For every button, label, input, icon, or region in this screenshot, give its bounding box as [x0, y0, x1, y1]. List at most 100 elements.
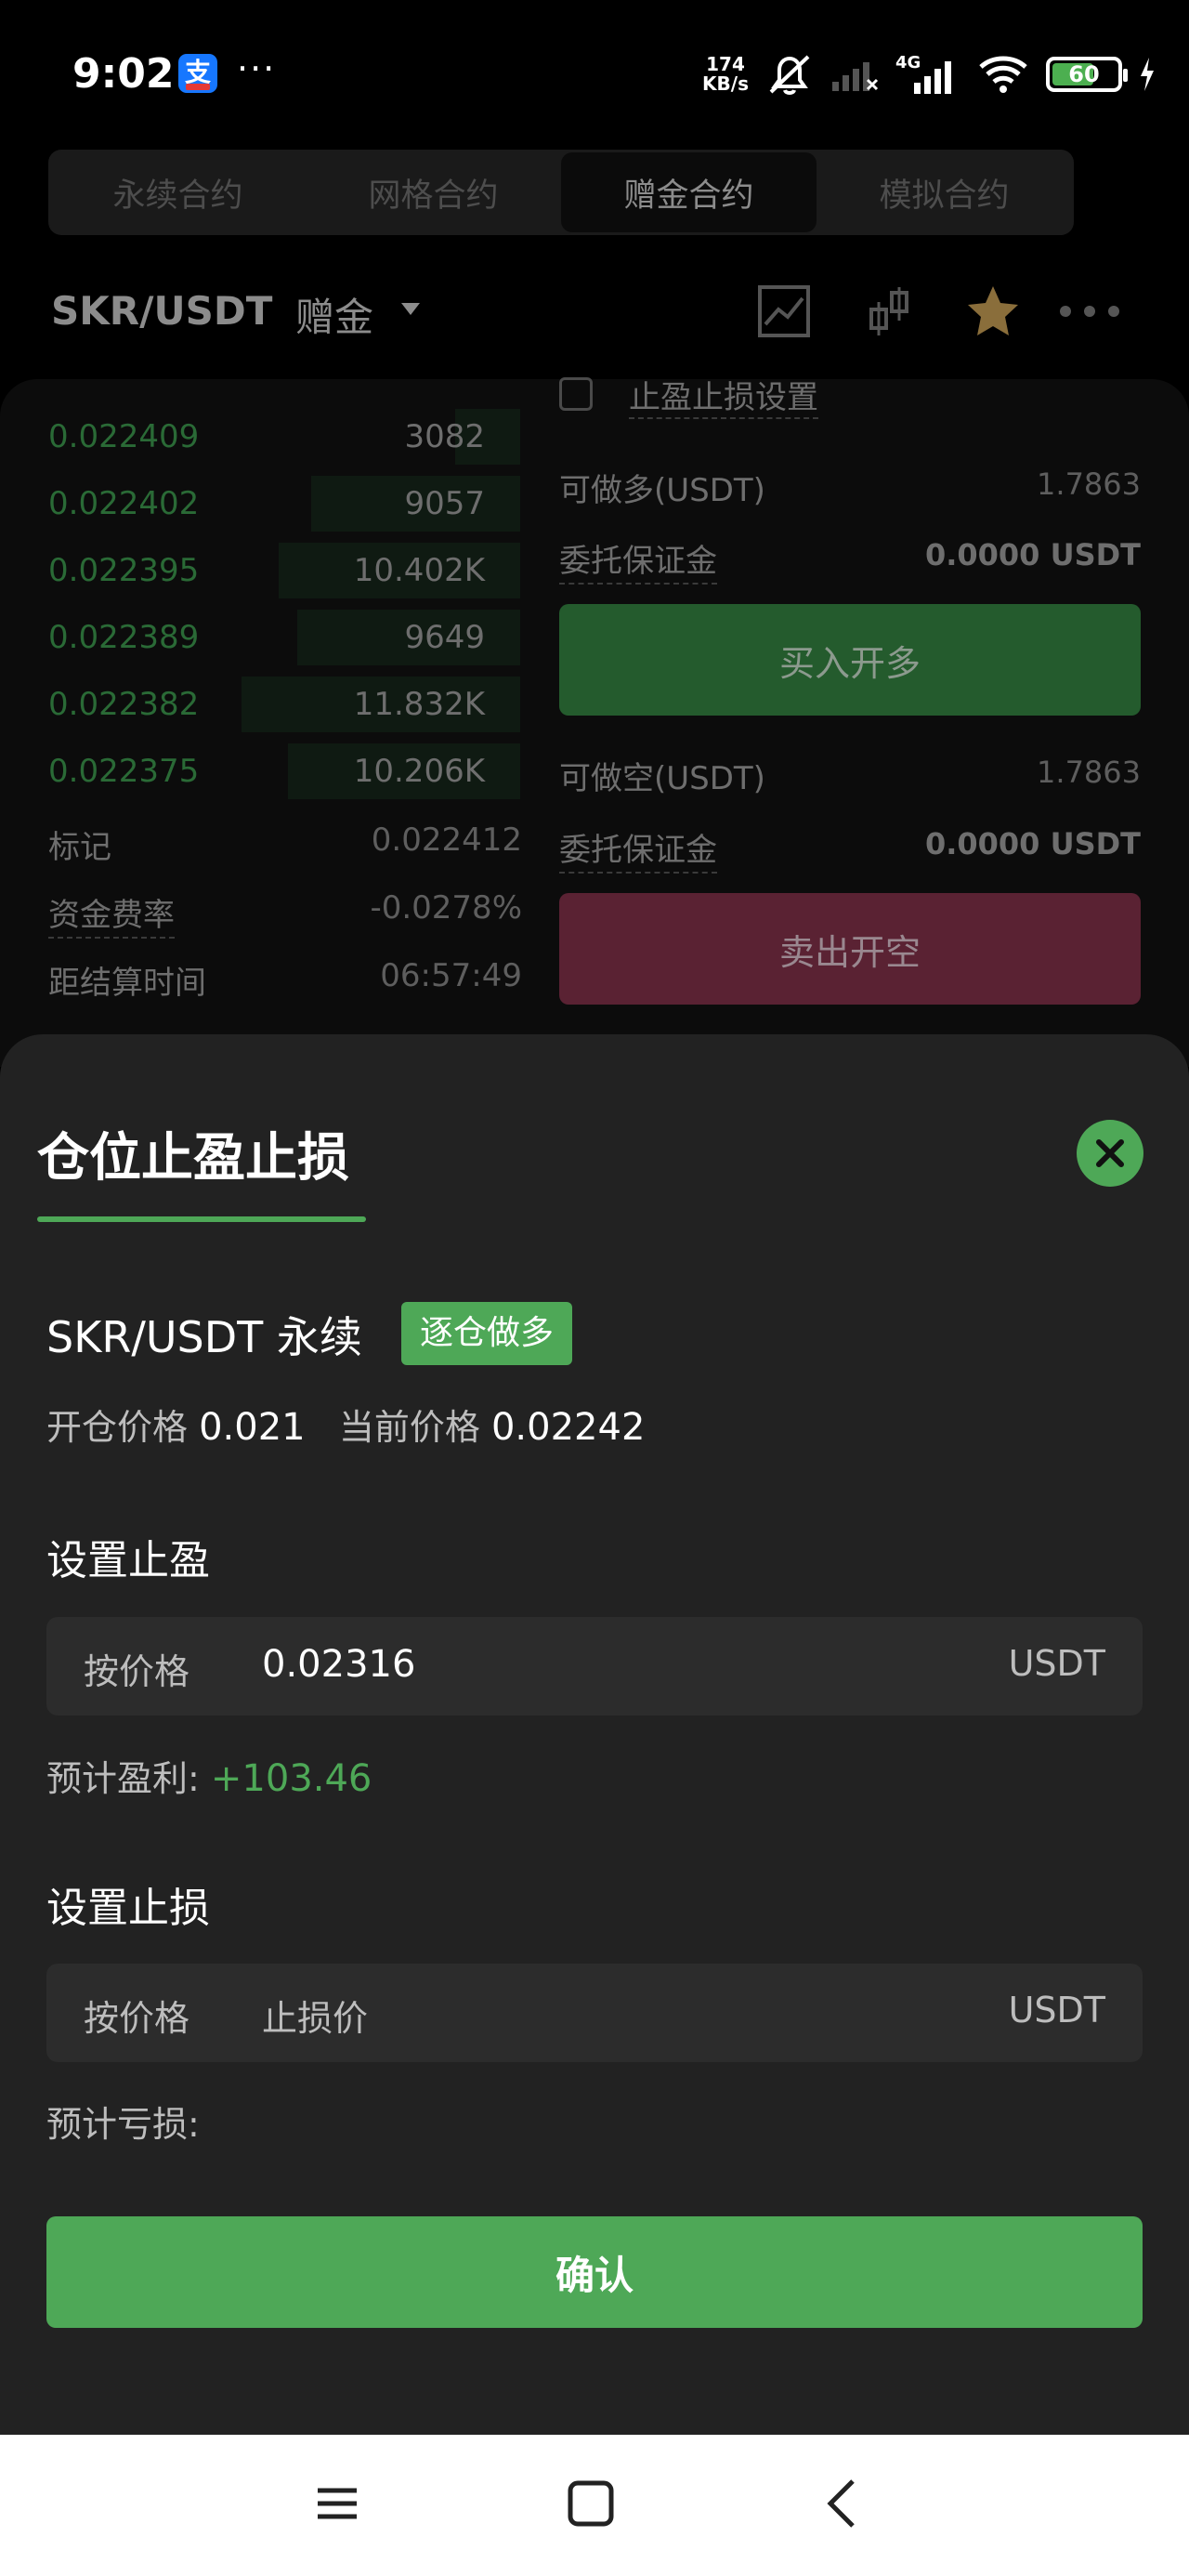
- title-underline: [37, 1216, 366, 1222]
- price-info-line: 开仓价格 0.021 当前价格 0.02242: [46, 1399, 645, 1450]
- orderbook-qty: 10.402K: [353, 552, 485, 589]
- tab-perpetual[interactable]: 永续合约: [50, 150, 306, 235]
- short-available-row: 可做空(USDT) 1.7863: [559, 745, 1141, 801]
- orderbook-qty: 10.206K: [353, 753, 485, 790]
- pair-type[interactable]: 赠金: [295, 286, 373, 343]
- battery-level: 60: [1068, 61, 1100, 87]
- orderbook-price: 0.022382: [48, 686, 200, 723]
- stop-loss-price-input[interactable]: 止损价: [262, 1990, 912, 2041]
- signal-4g-icon: 4G: [895, 53, 951, 94]
- status-time: 9:02: [72, 50, 175, 98]
- short-margin-label[interactable]: 委托保证金: [559, 824, 717, 874]
- position-pair: SKR/USDT 永续: [46, 1312, 362, 1362]
- estimated-profit-value: +103.46: [210, 1757, 372, 1800]
- chart-icon[interactable]: [756, 283, 812, 339]
- wifi-icon: [979, 56, 1027, 93]
- settlement-time-value: 06:57:49: [380, 957, 522, 994]
- take-profit-unit: USDT: [1008, 1643, 1105, 1684]
- system-nav-bar: [0, 2435, 1189, 2576]
- sheet-title: 仓位止盈止损: [37, 1128, 349, 1189]
- home-icon[interactable]: [567, 2477, 615, 2530]
- funding-rate-row[interactable]: 资金费率 -0.0278%: [48, 876, 522, 941]
- sell-short-button[interactable]: 卖出开空: [559, 893, 1141, 1005]
- current-price-label: 当前价格: [338, 1407, 480, 1448]
- long-margin-value: 0.0000 USDT: [924, 537, 1141, 572]
- orderbook-row[interactable]: 0.022382 11.832K: [0, 671, 520, 738]
- stop-loss-estimate: 预计亏损:: [46, 2096, 200, 2147]
- orderbook-qty: 11.832K: [353, 686, 485, 723]
- charging-bolt-icon: [1141, 58, 1154, 91]
- funding-rate-label: 资金费率: [48, 889, 175, 939]
- orderbook-row[interactable]: 0.022402 9057: [0, 470, 520, 537]
- status-indicators: 174 KB/s 4G 60: [702, 48, 1156, 100]
- long-available-label: 可做多(USDT): [559, 472, 765, 509]
- back-icon[interactable]: [823, 2477, 860, 2530]
- trading-screen-underlay: 永续合约 网格合约 赠金合约 模拟合约 SKR/USDT 赠金 0.022409…: [0, 139, 1189, 1067]
- long-available-value: 1.7863: [1037, 467, 1141, 502]
- tpsl-setting-link[interactable]: 止盈止损设置: [629, 372, 818, 419]
- stop-loss-title: 设置止损: [46, 1885, 210, 1932]
- pair-symbol[interactable]: SKR/USDT: [51, 288, 272, 334]
- open-price-value: 0.021: [199, 1406, 306, 1449]
- tab-demo[interactable]: 模拟合约: [817, 150, 1072, 235]
- orderbook-qty: 9649: [404, 619, 485, 656]
- settlement-time-label: 距结算时间: [48, 965, 206, 1002]
- mark-price-label: 标记: [48, 829, 111, 866]
- signal-sim1-icon: [832, 62, 879, 91]
- orderbook-price: 0.022409: [48, 418, 200, 455]
- alipay-notification-icon: 支: [178, 54, 217, 93]
- orderbook-price: 0.022402: [48, 485, 200, 522]
- buy-long-button[interactable]: 买入开多: [559, 604, 1141, 716]
- short-available-value: 1.7863: [1037, 755, 1141, 790]
- tpsl-checkbox[interactable]: [559, 377, 593, 411]
- take-profit-input-box[interactable]: 按价格 USDT: [46, 1617, 1143, 1715]
- orderbook-row[interactable]: 0.022409 3082: [0, 403, 520, 470]
- settlement-time-row: 距结算时间 06:57:49: [48, 944, 522, 1009]
- mark-price-row: 标记 0.022412: [48, 808, 522, 874]
- long-margin-row: 委托保证金 0.0000 USDT: [559, 528, 1141, 585]
- network-speed: 174 KB/s: [702, 53, 749, 95]
- short-margin-row: 委托保证金 0.0000 USDT: [559, 817, 1141, 874]
- funding-rate-value: -0.0278%: [370, 889, 522, 927]
- mute-bell-icon: [769, 55, 810, 95]
- menu-icon[interactable]: [314, 2477, 360, 2530]
- more-notifications-icon: ···: [237, 48, 277, 89]
- candlestick-icon[interactable]: [866, 283, 912, 339]
- orderbook-row[interactable]: 0.022389 9649: [0, 604, 520, 671]
- confirm-button[interactable]: 确认: [46, 2216, 1143, 2328]
- take-profit-estimate: 预计盈利: +103.46: [46, 1750, 372, 1801]
- long-margin-label[interactable]: 委托保证金: [559, 535, 717, 585]
- tab-bonus[interactable]: 赠金合约: [561, 152, 817, 232]
- orderbook-price: 0.022389: [48, 619, 200, 656]
- position-mode-badge: 逐仓做多: [401, 1302, 573, 1365]
- estimated-loss-label: 预计亏损:: [46, 2104, 200, 2145]
- orderbook-price: 0.022375: [48, 753, 200, 790]
- short-margin-value: 0.0000 USDT: [924, 826, 1141, 861]
- tpsl-bottom-sheet: 仓位止盈止损 SKR/USDT 永续 逐仓做多 开仓价格 0.021 当前价格 …: [0, 1034, 1189, 2435]
- orderbook-row[interactable]: 0.022395 10.402K: [0, 537, 520, 604]
- short-available-label: 可做空(USDT): [559, 760, 765, 797]
- take-profit-price-input[interactable]: [262, 1643, 912, 1686]
- contract-tabs: 永续合约 网格合约 赠金合约 模拟合约: [48, 150, 1074, 235]
- stop-loss-mode[interactable]: 按价格: [84, 1990, 189, 2041]
- orderbook-qty: 3082: [404, 418, 485, 455]
- orderbook-row[interactable]: 0.022375 10.206K: [0, 738, 520, 805]
- stop-loss-input-box[interactable]: 按价格 止损价 USDT: [46, 1964, 1143, 2062]
- battery-icon: 60: [1046, 57, 1128, 92]
- mark-price-value: 0.022412: [371, 821, 522, 859]
- close-icon[interactable]: [1077, 1120, 1143, 1187]
- take-profit-mode[interactable]: 按价格: [84, 1643, 189, 1694]
- current-price-value: 0.02242: [490, 1406, 646, 1449]
- take-profit-title: 设置止盈: [46, 1537, 210, 1584]
- orderbook-price: 0.022395: [48, 552, 200, 589]
- long-available-row: 可做多(USDT) 1.7863: [559, 457, 1141, 513]
- pair-dropdown-caret-icon[interactable]: [401, 303, 420, 315]
- open-price-label: 开仓价格: [46, 1407, 189, 1448]
- status-bar: 9:02 支 ··· 174 KB/s 4G 60: [0, 0, 1189, 139]
- estimated-profit-label: 预计盈利:: [46, 1758, 200, 1799]
- stop-loss-unit: USDT: [1008, 1990, 1105, 2031]
- tab-grid[interactable]: 网格合约: [306, 150, 561, 235]
- more-options-icon[interactable]: [1057, 297, 1122, 325]
- orderbook-qty: 9057: [404, 485, 485, 522]
- favorite-star-icon[interactable]: [964, 283, 1022, 339]
